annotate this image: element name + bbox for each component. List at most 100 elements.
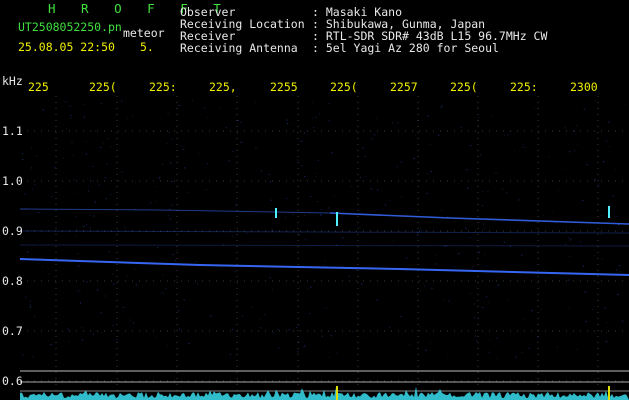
noise-speck	[453, 266, 455, 268]
x-tick-label: 225,	[209, 80, 237, 94]
noise-speck	[328, 103, 330, 104]
noise-speck	[574, 150, 576, 152]
noise-speck	[196, 283, 198, 285]
noise-speck	[167, 113, 169, 115]
noise-speck	[113, 283, 115, 285]
noise-speck	[323, 264, 325, 266]
noise-speck	[594, 100, 596, 102]
noise-speck	[25, 296, 27, 298]
noise-speck	[483, 228, 486, 230]
noise-speck	[324, 260, 326, 262]
noise-speck	[608, 121, 610, 123]
noise-speck	[562, 168, 564, 170]
noise-speck	[522, 143, 524, 145]
noise-speck	[521, 254, 523, 256]
noise-speck	[237, 120, 239, 122]
noise-speck	[619, 271, 621, 273]
noise-speck	[269, 277, 271, 278]
noise-speck	[320, 209, 322, 210]
noise-speck	[482, 191, 484, 193]
carrier-trace	[19, 208, 331, 214]
noise-speck	[328, 207, 330, 209]
noise-speck	[441, 210, 443, 212]
noise-speck	[570, 238, 572, 240]
noise-speck	[554, 222, 557, 224]
x-tick-label: 225:	[510, 80, 538, 94]
noise-speck	[502, 188, 504, 190]
noise-speck	[577, 143, 579, 145]
noise-speck	[155, 201, 157, 203]
noise-speck	[92, 180, 94, 182]
noise-speck	[37, 239, 39, 241]
noise-speck	[195, 261, 197, 263]
noise-speck	[551, 211, 553, 213]
y-tick-label: 0.9	[2, 224, 23, 238]
noise-speck	[391, 240, 393, 242]
noise-speck	[251, 306, 254, 308]
noise-speck	[370, 266, 372, 268]
noise-speck	[424, 285, 426, 287]
noise-speck	[172, 254, 174, 256]
noise-speck	[36, 258, 39, 260]
noise-speck	[447, 216, 449, 218]
noise-speck	[169, 218, 171, 220]
noise-speck	[166, 143, 168, 145]
noise-speck	[422, 283, 424, 285]
noise-speck	[458, 183, 460, 185]
noise-speck	[116, 339, 118, 341]
noise-speck	[430, 171, 432, 172]
noise-speck	[100, 332, 103, 334]
noise-speck	[416, 234, 419, 236]
noise-speck	[68, 340, 70, 342]
noise-speck	[278, 347, 280, 349]
noise-speck	[81, 339, 84, 341]
noise-speck	[485, 272, 487, 274]
noise-speck	[318, 113, 321, 115]
noise-speck	[468, 218, 470, 220]
noise-speck	[297, 159, 299, 161]
noise-speck	[528, 348, 530, 349]
x-tick-label: 225(	[330, 80, 358, 94]
noise-speck	[285, 216, 287, 218]
noise-speck	[174, 260, 176, 261]
noise-speck	[574, 130, 576, 132]
noise-speck	[34, 316, 36, 318]
noise-speck	[228, 160, 230, 162]
noise-speck	[272, 332, 274, 334]
noise-speck	[469, 293, 471, 295]
noise-speck	[333, 195, 335, 197]
noise-speck	[364, 156, 366, 157]
noise-speck	[415, 135, 417, 137]
noise-speck	[313, 127, 315, 129]
noise-speck	[406, 257, 408, 259]
noise-speck	[183, 148, 185, 150]
noise-speck	[515, 356, 517, 358]
noise-speck	[524, 147, 526, 149]
noise-speck	[498, 284, 500, 285]
y-tick-label: 1.0	[2, 174, 23, 188]
noise-speck	[540, 309, 542, 311]
noise-speck	[298, 341, 300, 343]
noise-speck	[568, 237, 570, 239]
noise-speck	[307, 288, 309, 290]
noise-speck	[584, 291, 586, 293]
noise-speck	[597, 184, 600, 186]
noise-speck	[48, 273, 50, 275]
noise-speck	[594, 254, 596, 256]
noise-speck	[240, 141, 242, 143]
noise-speck	[38, 212, 40, 214]
noise-speck	[104, 177, 106, 179]
noise-speck	[429, 341, 431, 343]
noise-speck	[176, 279, 178, 281]
noise-speck	[426, 173, 428, 174]
noise-speck	[384, 204, 386, 206]
noise-speck	[495, 172, 497, 174]
noise-speck	[484, 254, 486, 256]
noise-speck	[576, 349, 578, 350]
y-tick-label: 0.6	[2, 374, 23, 388]
noise-speck	[110, 193, 112, 195]
noise-speck	[409, 344, 411, 346]
noise-speck	[444, 299, 446, 301]
noise-speck	[522, 319, 524, 321]
noise-speck	[487, 191, 489, 193]
